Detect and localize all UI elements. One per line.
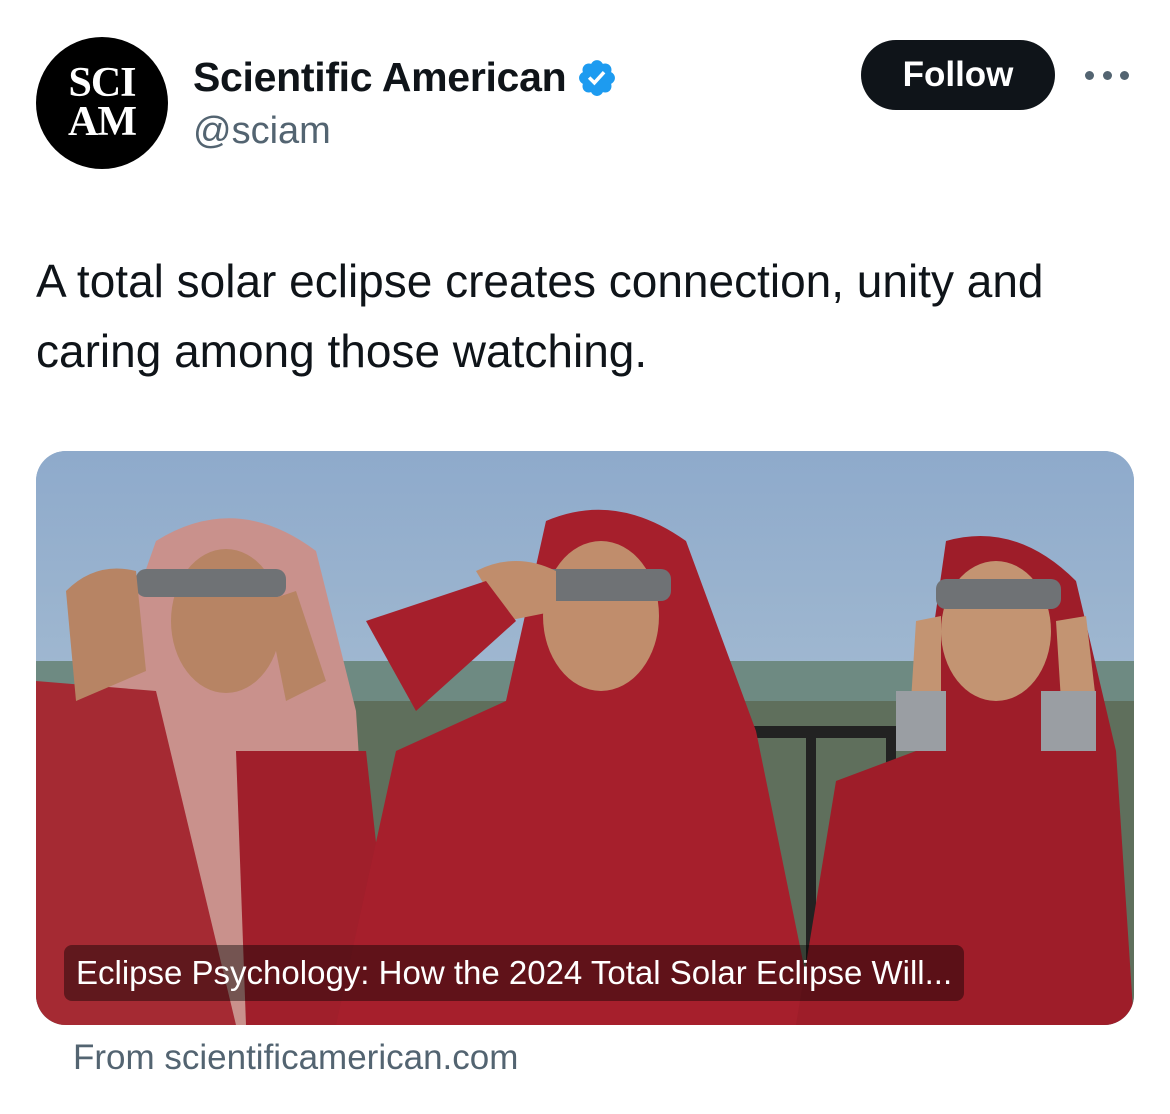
more-dot	[1120, 70, 1129, 80]
avatar-text-line1: SCI	[68, 60, 136, 107]
display-name[interactable]: Scientific American	[193, 54, 567, 101]
card-photo	[36, 451, 1134, 1025]
avatar[interactable]: SCI AM	[36, 37, 168, 169]
link-card[interactable]: Eclipse Psychology: How the 2024 Total S…	[36, 451, 1134, 1025]
more-dots-icon[interactable]	[1085, 64, 1129, 86]
link-source[interactable]: From scientificamerican.com	[73, 1038, 518, 1078]
author-name-row: Scientific American	[193, 54, 618, 101]
tweet-text: A total solar eclipse creates connection…	[36, 255, 1044, 377]
link-card-title: Eclipse Psychology: How the 2024 Total S…	[64, 945, 965, 1001]
more-dot	[1102, 70, 1112, 80]
follow-button[interactable]: Follow	[861, 40, 1055, 110]
more-dot	[1085, 70, 1094, 80]
verified-badge-icon	[579, 59, 616, 96]
avatar-text-line2: AM	[68, 99, 137, 145]
handle[interactable]: @sciam	[193, 110, 331, 153]
